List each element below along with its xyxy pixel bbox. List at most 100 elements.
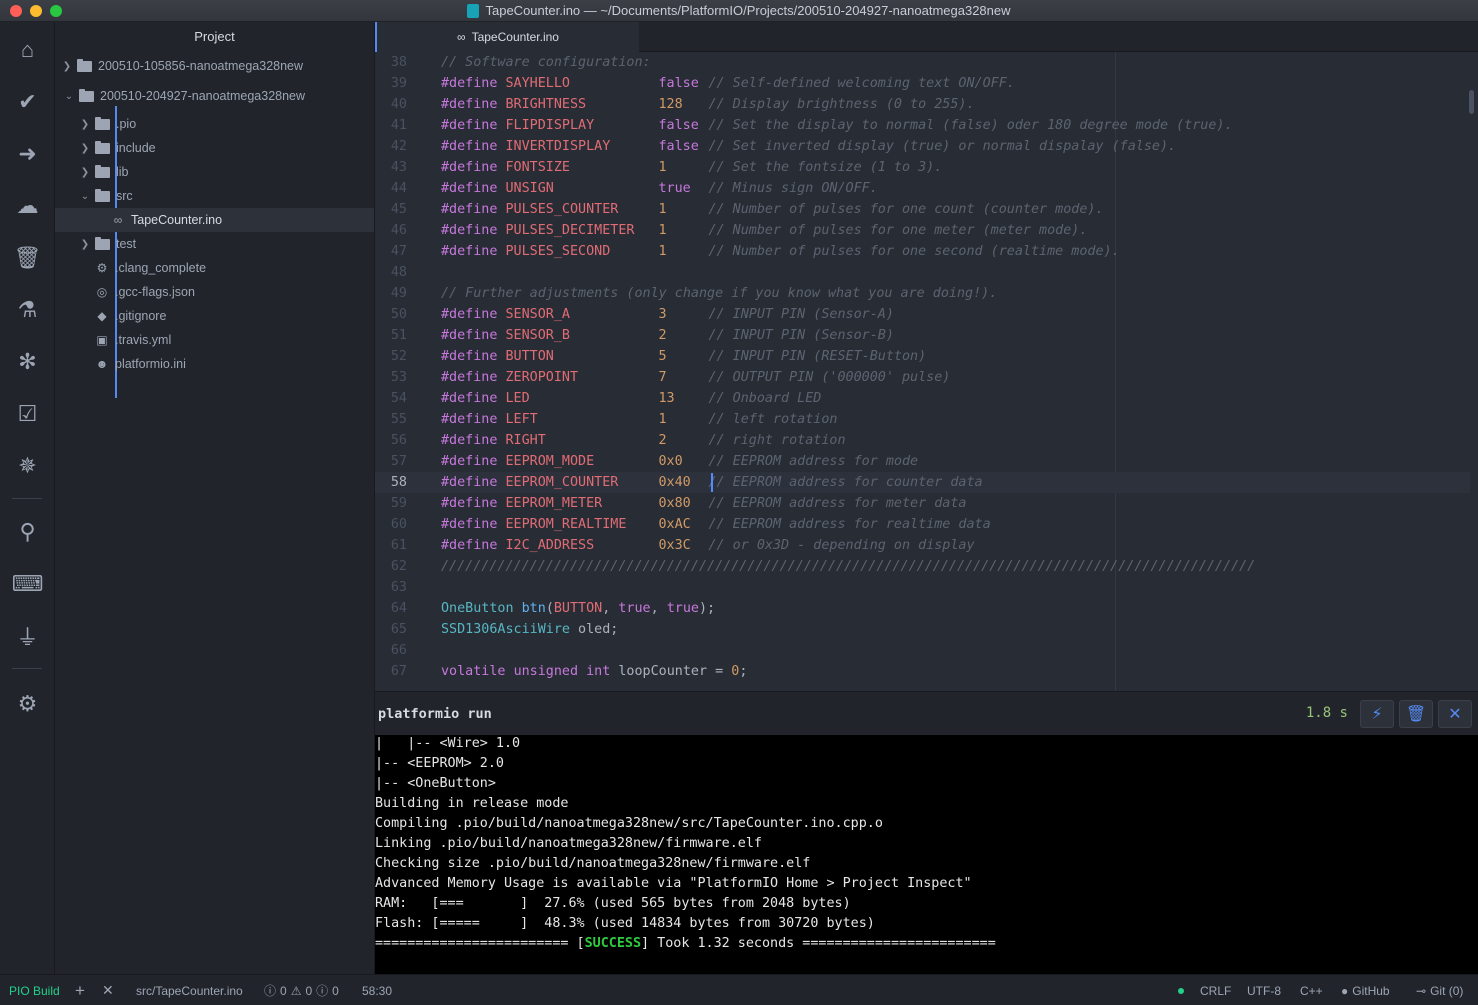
code-line[interactable]: 49 // Further adjustments (only change if…	[375, 283, 1470, 304]
code-line[interactable]: 46 #define PULSES_DECIMETER 1 // Number of …	[375, 220, 1470, 241]
code-line[interactable]: 50 #define SENSOR_A 3 // INPUT PIN (Sensor-…	[375, 304, 1470, 325]
line-number[interactable]: 61	[375, 535, 423, 556]
line-number[interactable]: 63	[375, 577, 423, 598]
tree-file[interactable]: ⚙ .clang_complete	[55, 256, 374, 280]
tree-folder[interactable]: ❯ 200510-105856-nanoatmega328new	[55, 54, 374, 78]
code-line[interactable]: 48	[375, 262, 1470, 283]
arrow-right-icon[interactable]: ➜	[0, 134, 55, 174]
editor-scrollbar[interactable]	[1469, 90, 1474, 114]
tree-file[interactable]: ◆ .gitignore	[55, 304, 374, 328]
close-terminal-button[interactable]: ✕	[1438, 700, 1472, 728]
plug-icon[interactable]: ⏚	[0, 616, 55, 656]
git-button[interactable]: ⊸ Git (0)	[1416, 975, 1463, 1005]
code-line[interactable]: 40 #define BRIGHTNESS 128 // Display bright…	[375, 94, 1470, 115]
tree-folder[interactable]: ❯ test	[55, 232, 374, 256]
line-number[interactable]: 54	[375, 388, 423, 409]
code-line[interactable]: 58 #define EEPROM_COUNTER 0x40 // EEPROM ad…	[375, 472, 1470, 493]
code-line[interactable]: 67 volatile unsigned int loopCounter = 0;	[375, 661, 1470, 682]
tab-tapecounter[interactable]: ∞ TapeCounter.ino	[375, 22, 639, 52]
line-number[interactable]: 38	[375, 52, 423, 73]
checklist-icon[interactable]: ☑	[0, 394, 55, 434]
code-line[interactable]: 42 #define INVERTDISPLAY false // Set inver…	[375, 136, 1470, 157]
tree-folder[interactable]: ❯ .pio	[55, 112, 374, 136]
grammar[interactable]: C++	[1300, 975, 1323, 1005]
cloud-upload-icon[interactable]: ☁	[0, 186, 55, 226]
line-number[interactable]: 55	[375, 409, 423, 430]
line-number[interactable]: 48	[375, 262, 423, 283]
tree-file-selected[interactable]: ∞ TapeCounter.ino	[55, 208, 374, 232]
status-file-path[interactable]: src/TapeCounter.ino	[136, 975, 243, 1005]
line-number[interactable]: 62	[375, 556, 423, 577]
github-button[interactable]: ● GitHub	[1341, 975, 1390, 1005]
compass-icon[interactable]: ✵	[0, 446, 55, 486]
code-line[interactable]: 59 #define EEPROM_METER 0x80 // EEPROM addr…	[375, 493, 1470, 514]
close-window-button[interactable]	[10, 5, 22, 17]
code-line[interactable]: 57 #define EEPROM_MODE 0x0 // EEPROM addres…	[375, 451, 1470, 472]
line-ending[interactable]: CRLF	[1200, 975, 1231, 1005]
code-line[interactable]: 39 #define SAYHELLO false // Self-defined w…	[375, 73, 1470, 94]
clear-button[interactable]: 🗑︎	[1399, 700, 1433, 728]
pio-build-status[interactable]: PIO Build	[9, 975, 60, 1005]
terminal-icon[interactable]: ⌨	[0, 564, 55, 604]
code-line[interactable]: 41 #define FLIPDISPLAY false // Set the dis…	[375, 115, 1470, 136]
code-line[interactable]: 43 #define FONTSIZE 1 // Set the fontsize (…	[375, 157, 1470, 178]
line-number[interactable]: 42	[375, 136, 423, 157]
line-number[interactable]: 60	[375, 514, 423, 535]
code-line[interactable]: 38 // Software configuration:	[375, 52, 1470, 73]
tree-folder[interactable]: ❯ include	[55, 136, 374, 160]
code-line[interactable]: 65 SSD1306AsciiWire oled;	[375, 619, 1470, 640]
rerun-button[interactable]: ⚡	[1360, 700, 1394, 728]
line-number[interactable]: 58	[375, 472, 423, 493]
line-number[interactable]: 56	[375, 430, 423, 451]
code-line[interactable]: 53 #define ZEROPOINT 7 // OUTPUT PIN ('0000…	[375, 367, 1470, 388]
line-number[interactable]: 45	[375, 199, 423, 220]
code-line[interactable]: 61 #define I2C_ADDRESS 0x3C // or 0x3D - de…	[375, 535, 1470, 556]
gear-icon[interactable]: ⚙	[0, 684, 55, 724]
line-number[interactable]: 40	[375, 94, 423, 115]
check-icon[interactable]: ✔	[0, 82, 55, 122]
trash-icon[interactable]: 🗑︎	[0, 238, 55, 278]
line-number[interactable]: 65	[375, 619, 423, 640]
code-line[interactable]: 54 #define LED 13 // Onboard LED	[375, 388, 1470, 409]
line-number[interactable]: 64	[375, 598, 423, 619]
code-line[interactable]: 60 #define EEPROM_REALTIME 0xAC // EEPROM a…	[375, 514, 1470, 535]
close-icon[interactable]: ✕	[102, 975, 114, 1005]
flask-icon[interactable]: ⚗	[0, 290, 55, 330]
code-line[interactable]: 66	[375, 640, 1470, 661]
line-number[interactable]: 43	[375, 157, 423, 178]
code-line[interactable]: 62 //////////////////////////////////////…	[375, 556, 1470, 577]
line-number[interactable]: 49	[375, 283, 423, 304]
tree-file[interactable]: ◎ .gcc-flags.json	[55, 280, 374, 304]
tree-folder[interactable]: ❯ lib	[55, 160, 374, 184]
line-number[interactable]: 44	[375, 178, 423, 199]
line-number[interactable]: 59	[375, 493, 423, 514]
line-number[interactable]: 52	[375, 346, 423, 367]
search-icon[interactable]: ⚲	[0, 512, 55, 552]
line-number[interactable]: 41	[375, 115, 423, 136]
terminal-output[interactable]: ======================== [SUCCESS] Took …	[375, 735, 1478, 974]
line-number[interactable]: 67	[375, 661, 423, 682]
line-number[interactable]: 66	[375, 640, 423, 661]
code-line[interactable]: 52 #define BUTTON 5 // INPUT PIN (RESET-But…	[375, 346, 1470, 367]
code-line[interactable]: 55 #define LEFT 1 // left rotation	[375, 409, 1470, 430]
bug-icon[interactable]: ✻	[0, 342, 55, 382]
zoom-window-button[interactable]	[50, 5, 62, 17]
line-number[interactable]: 53	[375, 367, 423, 388]
code-line[interactable]: 45 #define PULSES_COUNTER 1 // Number of pu…	[375, 199, 1470, 220]
line-number[interactable]: 39	[375, 73, 423, 94]
cursor-position[interactable]: 58:30	[362, 975, 392, 1005]
line-number[interactable]: 50	[375, 304, 423, 325]
code-line[interactable]: 51 #define SENSOR_B 2 // INPUT PIN (Sensor-…	[375, 325, 1470, 346]
line-number[interactable]: 46	[375, 220, 423, 241]
tree-folder[interactable]: ⌄ src	[55, 184, 374, 208]
add-terminal-icon[interactable]: +	[75, 975, 85, 1005]
diagnostics-counts[interactable]: ⓘ 0 ⚠ 0 ⓘ 0	[264, 975, 339, 1005]
encoding[interactable]: UTF-8	[1247, 975, 1281, 1005]
line-number[interactable]: 47	[375, 241, 423, 262]
tree-file[interactable]: ▣ .travis.yml	[55, 328, 374, 352]
code-area[interactable]: 38 // Software configuration: 39 #define SA…	[375, 52, 1478, 691]
code-line[interactable]: 56 #define RIGHT 2 // right rotation	[375, 430, 1470, 451]
code-line[interactable]: 44 #define UNSIGN true // Minus sign ON/OFF…	[375, 178, 1470, 199]
tree-folder[interactable]: ⌄ 200510-204927-nanoatmega328new	[55, 84, 374, 108]
code-line[interactable]: 47 #define PULSES_SECOND 1 // Number of pul…	[375, 241, 1470, 262]
